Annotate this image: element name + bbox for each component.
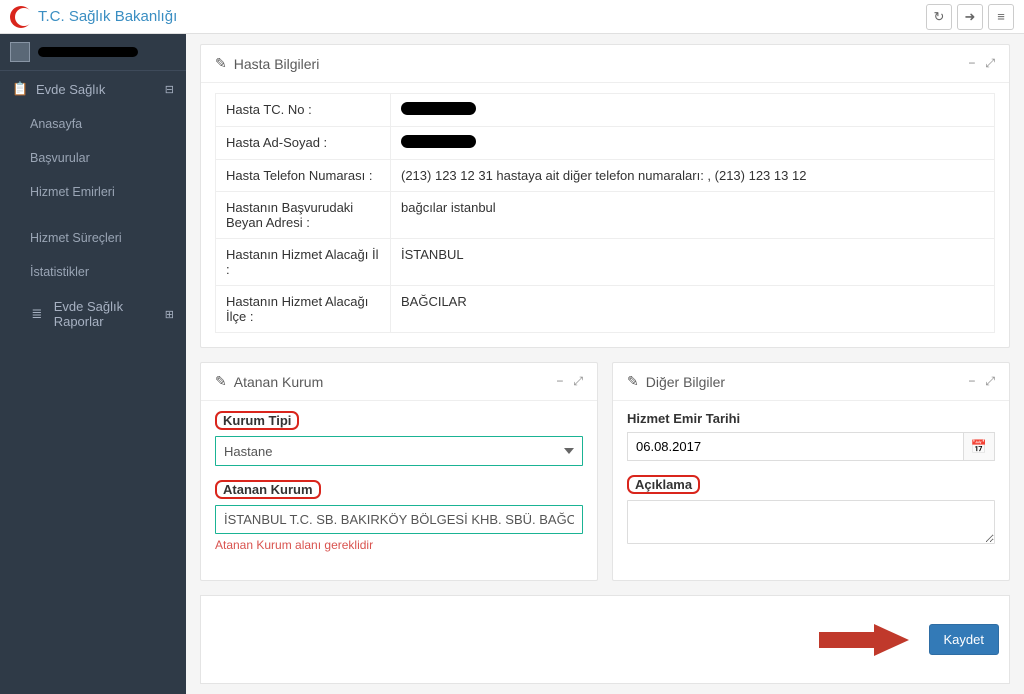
panel-title: ✎ Diğer Bilgiler xyxy=(627,373,725,390)
input-assigned-institution[interactable] xyxy=(215,505,583,534)
select-institution-type[interactable]: Hastane xyxy=(215,436,583,466)
patient-info-table: Hasta TC. No : Hasta Ad-Soyad : Hasta Te… xyxy=(215,93,995,333)
main-content: ✎ Hasta Bilgileri − ⤢ Hasta TC. No : Has… xyxy=(186,34,1024,694)
topbar-actions: ↻ ➜ ≡ xyxy=(926,4,1014,30)
label-service-order-date: Hizmet Emir Tarihi xyxy=(627,411,740,426)
brand-text: T.C. Sağlık Bakanlığı xyxy=(38,8,177,25)
row-value: bağcılar istanbul xyxy=(391,192,995,239)
refresh-icon[interactable]: ↻ xyxy=(926,4,952,30)
nav-basvurular[interactable]: Başvurular xyxy=(0,141,186,175)
expand-icon[interactable]: ⤢ xyxy=(985,56,995,71)
row-value: İSTANBUL xyxy=(391,239,995,286)
panel-assigned-institution: ✎ Atanan Kurum − ⤢ Kurum Tipi Hastane xyxy=(200,362,598,581)
nav-anasayfa[interactable]: Anasayfa xyxy=(0,107,186,141)
sidebar: 📋 Evde Sağlık ⊟ Anasayfa Başvurular Hizm… xyxy=(0,34,186,694)
label-institution-type: Kurum Tipi xyxy=(215,411,299,430)
row-value: BAĞCILAR xyxy=(391,286,995,333)
calendar-icon[interactable]: 📅 xyxy=(963,432,995,461)
redacted-value xyxy=(401,102,476,115)
brand-area: T.C. Sağlık Bakanlığı xyxy=(10,6,177,28)
row-label: Hasta Ad-Soyad : xyxy=(216,127,391,160)
panel-header: ✎ Hasta Bilgileri − ⤢ xyxy=(201,45,1009,83)
arrow-indicator-icon xyxy=(819,620,909,660)
textarea-description[interactable] xyxy=(627,500,995,544)
label-assigned-institution: Atanan Kurum xyxy=(215,480,321,499)
panel-title: ✎ Hasta Bilgileri xyxy=(215,55,319,72)
panel-title: ✎ Atanan Kurum xyxy=(215,373,323,390)
row-value xyxy=(391,94,995,127)
avatar xyxy=(10,42,30,62)
nav-hizmet-surecleri[interactable]: Hizmet Süreçleri xyxy=(0,221,186,255)
nav-evde-saglik[interactable]: 📋 Evde Sağlık ⊟ xyxy=(0,71,186,107)
expand-icon[interactable]: ⤢ xyxy=(985,374,995,389)
clipboard-icon: 📋 xyxy=(12,81,26,97)
panel-patient-info: ✎ Hasta Bilgileri − ⤢ Hasta TC. No : Has… xyxy=(200,44,1010,348)
redacted-value xyxy=(401,135,476,148)
collapse-icon: ⊟ xyxy=(165,83,174,96)
minimize-icon[interactable]: − xyxy=(968,56,975,71)
edit-icon: ✎ xyxy=(215,55,227,72)
nav-label: Evde Sağlık xyxy=(36,82,105,97)
row-label: Hastanın Başvurudaki Beyan Adresi : xyxy=(216,192,391,239)
panel-header: ✎ Atanan Kurum − ⤢ xyxy=(201,363,597,401)
nav-hizmet-emirleri[interactable]: Hizmet Emirleri xyxy=(0,175,186,209)
user-name-redacted xyxy=(38,47,138,57)
error-assigned-institution: Atanan Kurum alanı gereklidir xyxy=(215,538,583,552)
expand-icon[interactable]: ⤢ xyxy=(573,374,583,389)
row-value: (213) 123 12 31 hastaya ait diğer telefo… xyxy=(391,160,995,192)
input-service-order-date[interactable] xyxy=(627,432,963,461)
nav-raporlar[interactable]: ≣ Evde Sağlık Raporlar ⊞ xyxy=(0,289,186,339)
expand-icon: ⊞ xyxy=(165,308,174,321)
ministry-logo-icon xyxy=(10,6,32,28)
logout-icon[interactable]: ➜ xyxy=(957,4,983,30)
panel-other-info: ✎ Diğer Bilgiler − ⤢ Hizmet Emir Tarihi … xyxy=(612,362,1010,581)
menu-icon[interactable]: ≡ xyxy=(988,4,1014,30)
row-value xyxy=(391,127,995,160)
row-label: Hasta Telefon Numarası : xyxy=(216,160,391,192)
save-button[interactable]: Kaydet xyxy=(929,624,999,655)
row-label: Hastanın Hizmet Alacağı İl : xyxy=(216,239,391,286)
user-block xyxy=(0,34,186,71)
edit-icon: ✎ xyxy=(215,373,227,390)
edit-icon: ✎ xyxy=(627,373,639,390)
nav-istatistikler[interactable]: İstatistikler xyxy=(0,255,186,289)
topbar: T.C. Sağlık Bakanlığı ↻ ➜ ≡ xyxy=(0,0,1024,34)
action-row: Kaydet xyxy=(200,595,1010,684)
row-label: Hasta TC. No : xyxy=(216,94,391,127)
minimize-icon[interactable]: − xyxy=(968,374,975,389)
label-description: Açıklama xyxy=(627,475,700,494)
row-label: Hastanın Hizmet Alacağı İlçe : xyxy=(216,286,391,333)
list-icon: ≣ xyxy=(30,306,44,322)
panel-header: ✎ Diğer Bilgiler − ⤢ xyxy=(613,363,1009,401)
minimize-icon[interactable]: − xyxy=(556,374,563,389)
nav-label: Evde Sağlık Raporlar xyxy=(54,299,174,329)
